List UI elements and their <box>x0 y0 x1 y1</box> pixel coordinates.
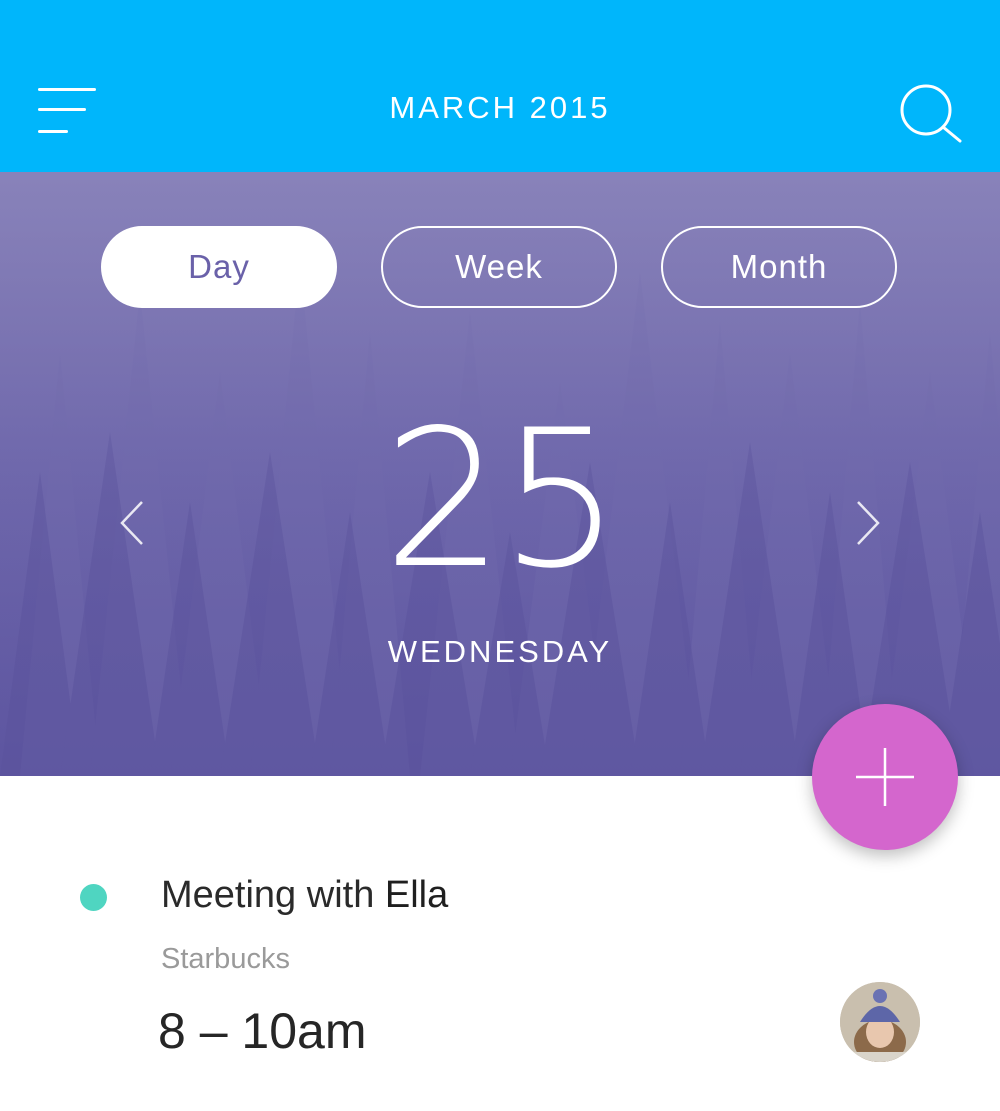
event-time: 8 – 10am <box>158 1003 367 1059</box>
day-view-button[interactable]: Day <box>101 226 337 308</box>
top-bar: MARCH 2015 <box>0 0 1000 172</box>
event-location: Starbucks <box>161 943 290 975</box>
date-hero: Day Week Month 25 WEDNESDAY <box>0 172 1000 776</box>
event-person: Ella <box>384 874 449 916</box>
month-title: MARCH 2015 <box>389 90 611 125</box>
menu-line <box>38 130 68 133</box>
weekday-label: WEDNESDAY <box>387 634 613 669</box>
event-list-item[interactable]: Meeting with Ella Starbucks 8 – 10am <box>0 860 1000 1111</box>
search-icon[interactable] <box>898 82 964 144</box>
event-title: Meeting with Ella <box>161 874 448 917</box>
event-title-prefix: Meeting with <box>161 874 385 916</box>
add-event-button[interactable] <box>812 704 958 850</box>
month-view-button[interactable]: Month <box>661 226 897 308</box>
avatar[interactable] <box>840 982 920 1062</box>
day-number: 25 <box>383 389 621 610</box>
event-status-dot <box>80 884 107 911</box>
chevron-right-icon[interactable] <box>854 498 884 548</box>
week-view-button[interactable]: Week <box>381 226 617 308</box>
plus-icon <box>856 748 914 806</box>
